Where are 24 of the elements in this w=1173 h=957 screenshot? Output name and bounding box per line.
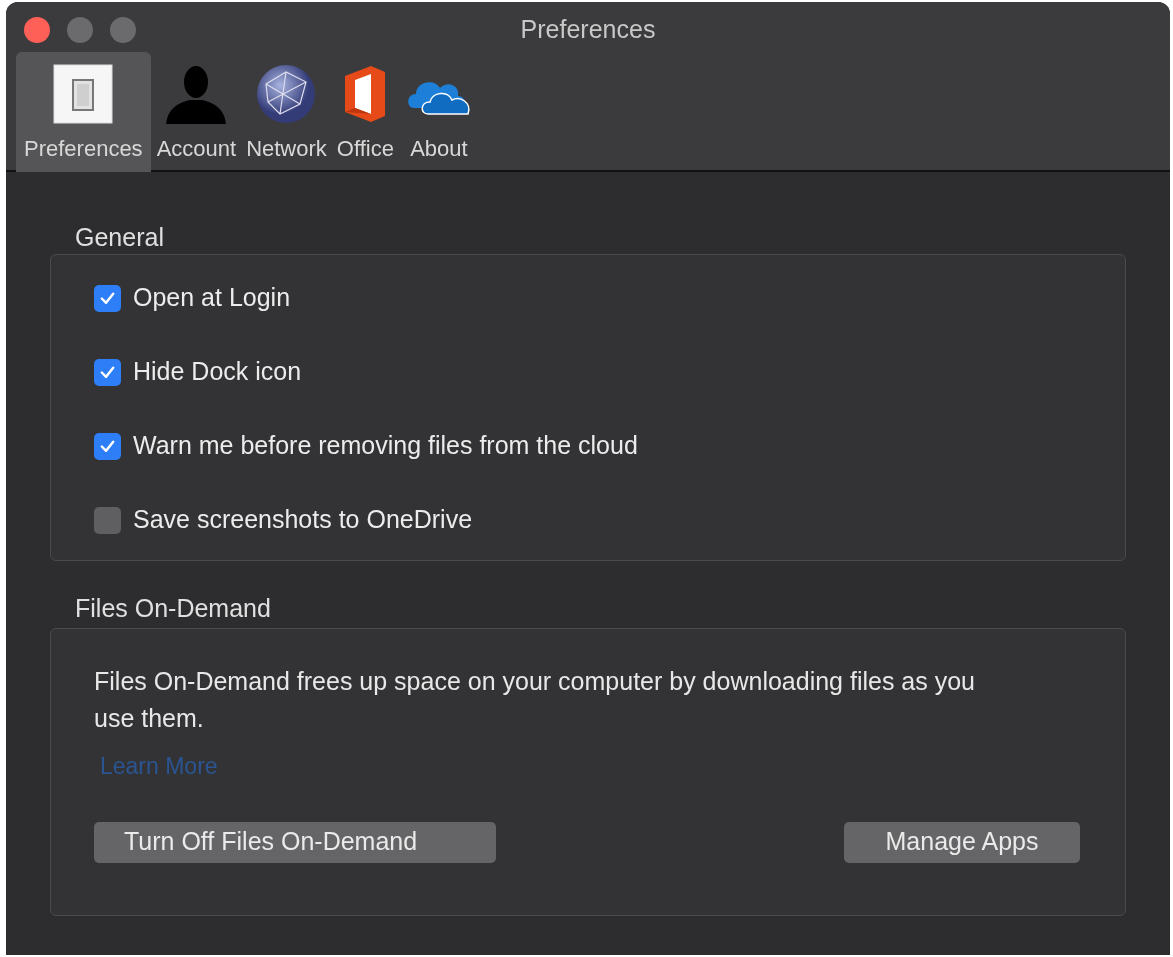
toolbar-tab[interactable]: Account xyxy=(152,52,241,172)
description-text: Files On-Demand frees up space on your computer by downloading files as you use them. xyxy=(94,666,977,734)
turn-off-button[interactable]: Turn Off Files On-Demand xyxy=(94,821,496,863)
checkbox-option[interactable]: Open at Login xyxy=(94,283,291,313)
toolbar-tab[interactable]: Office xyxy=(332,52,398,172)
checkbox[interactable] xyxy=(94,506,121,534)
checkbox[interactable] xyxy=(94,432,121,460)
section-title: General xyxy=(75,222,165,252)
zoom-button[interactable] xyxy=(110,17,136,43)
checkbox-option[interactable]: Warn me before removing files from the cloud xyxy=(94,431,638,461)
section-title: Files On-Demand xyxy=(75,593,272,623)
checkbox[interactable] xyxy=(94,358,121,386)
checkbox[interactable] xyxy=(94,284,121,312)
checkbox-option[interactable]: Save screenshots to OneDrive xyxy=(94,505,473,535)
close-button[interactable] xyxy=(24,17,50,43)
window-title: Preferences xyxy=(520,14,656,44)
manage-apps-button[interactable]: Manage Apps xyxy=(844,821,1080,863)
switch-icon xyxy=(53,64,114,124)
minimize-button[interactable] xyxy=(67,17,93,43)
checkbox-option[interactable]: Hide Dock icon xyxy=(94,357,302,387)
toolbar-tab[interactable]: About xyxy=(399,52,478,172)
toolbar-tab[interactable]: Preferences xyxy=(16,52,151,172)
globe-icon xyxy=(256,64,317,124)
toolbar-tab[interactable]: Network xyxy=(242,52,331,172)
